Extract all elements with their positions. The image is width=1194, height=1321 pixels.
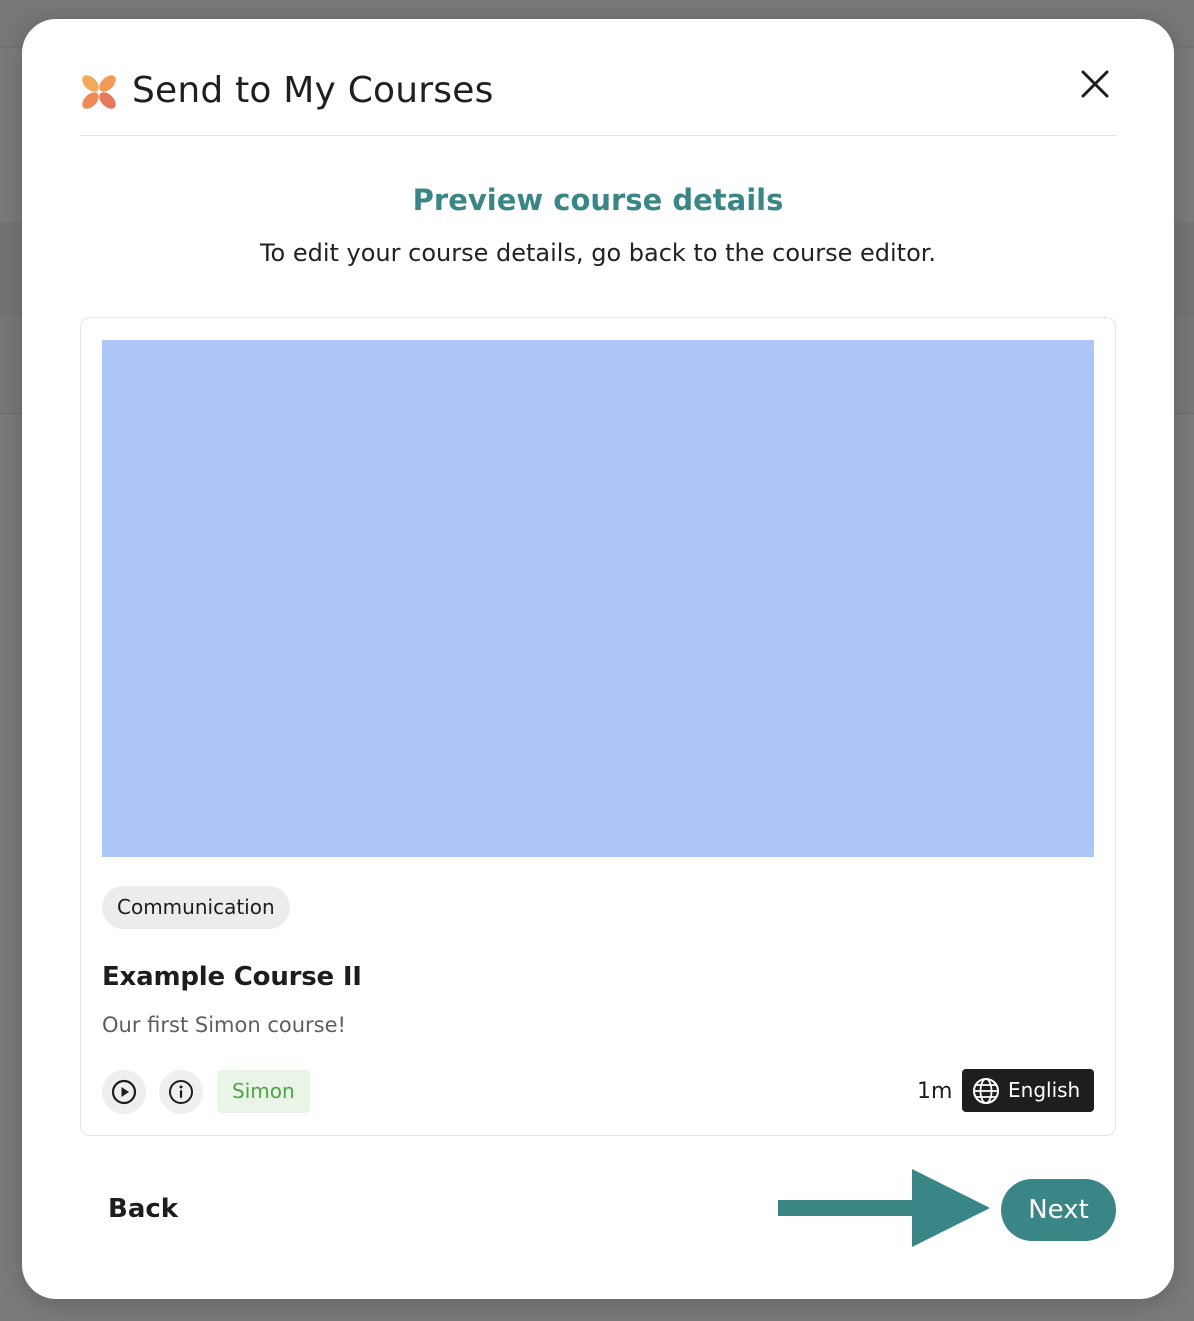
preview-heading: Preview course details (412, 183, 784, 217)
close-button[interactable] (1078, 67, 1112, 101)
dialog-title: Send to My Courses (132, 70, 494, 111)
dialog-header: Send to My Courses (80, 19, 1116, 136)
course-duration: 1m (917, 1079, 953, 1104)
play-button[interactable] (102, 1070, 146, 1114)
globe-icon (973, 1077, 999, 1104)
brand-logo-icon (82, 75, 116, 109)
language-badge: English (962, 1069, 1094, 1112)
language-label: English (1008, 1078, 1081, 1102)
next-button[interactable]: Next (1001, 1179, 1116, 1241)
course-preview-card: Communication Example Course II Our firs… (80, 317, 1116, 1136)
play-circle-icon (111, 1079, 137, 1105)
course-description: Our first Simon course! (102, 1013, 346, 1037)
info-circle-icon (169, 1080, 193, 1104)
preview-subheading: To edit your course details, go back to … (259, 239, 937, 267)
author-chip: Simon (217, 1070, 310, 1113)
back-button[interactable]: Back (90, 1187, 196, 1231)
info-button[interactable] (159, 1070, 203, 1114)
arrow-right-icon (778, 1169, 990, 1247)
send-to-my-courses-dialog: Send to My Courses Preview course detail… (22, 19, 1174, 1299)
close-icon (1081, 70, 1109, 98)
course-title: Example Course II (102, 962, 362, 992)
category-chip: Communication (102, 886, 290, 929)
course-thumbnail (102, 340, 1094, 857)
